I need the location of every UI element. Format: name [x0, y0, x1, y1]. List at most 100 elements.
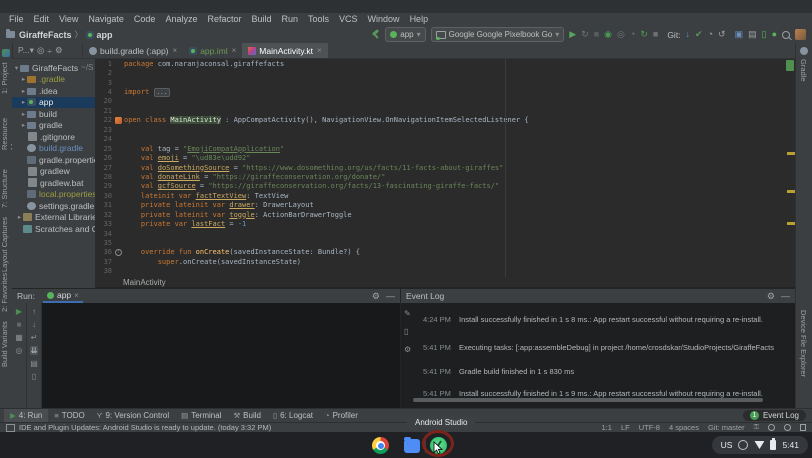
toolwindow-button-9-version-control[interactable]: ϒ9: Version Control — [91, 409, 175, 422]
locate-file-icon[interactable]: ◎ — [37, 45, 44, 56]
status-segment-utf-8[interactable]: UTF-8 — [639, 423, 660, 432]
apply-changes-icon[interactable]: ↻ — [581, 28, 589, 41]
event-log-settings-icon[interactable]: ⚙ — [767, 291, 775, 302]
notifications-icon[interactable] — [784, 424, 791, 431]
stripe-gradle[interactable]: Gradle — [799, 59, 808, 82]
minimize-icon[interactable]: — — [386, 291, 395, 302]
breadcrumb-module[interactable]: app — [97, 30, 113, 40]
device-manager-icon[interactable]: ▣ — [735, 28, 744, 41]
tree-item-idea[interactable]: ▸.idea — [12, 85, 95, 97]
run-icon[interactable]: ▶ — [569, 28, 576, 41]
menu-item-vcs[interactable]: VCS — [334, 13, 363, 26]
profiler-icon[interactable]: ◔ — [630, 28, 635, 41]
restore-layout-icon[interactable]: ▦ — [15, 333, 23, 342]
code-editor[interactable]: 1package com.naranjaconsal.giraffefacts2… — [95, 59, 795, 277]
search-everywhere-icon[interactable] — [782, 31, 790, 39]
chrome-icon[interactable] — [372, 437, 389, 454]
tree-item-gradle[interactable]: ▸gradle — [12, 120, 95, 132]
stripe-device-file-explorer[interactable]: Device File Explorer — [799, 310, 808, 377]
profile-avatar[interactable] — [795, 29, 806, 40]
chevron-icon[interactable]: ▸ — [20, 110, 27, 118]
stop-icon[interactable]: ■ — [594, 28, 599, 41]
tree-item-gradlew[interactable]: gradlew — [12, 166, 95, 178]
rollback-icon[interactable]: ↺ — [718, 28, 726, 41]
tree-item-gitignore[interactable]: .gitignore — [12, 131, 95, 143]
history-icon[interactable]: ◔ — [708, 28, 713, 41]
chevron-icon[interactable]: ▸ — [20, 98, 27, 106]
print-icon[interactable]: ▤ — [30, 359, 38, 368]
sdk-manager-icon[interactable]: ● — [772, 28, 777, 41]
menu-item-refactor[interactable]: Refactor — [202, 13, 246, 26]
pin-icon[interactable]: ◎ — [16, 346, 23, 355]
breadcrumb-project[interactable]: GiraffeFacts — [19, 30, 72, 40]
system-tray[interactable]: US 5:41 — [712, 436, 808, 454]
avd-manager-icon[interactable]: ▯ — [762, 28, 767, 41]
device-combo[interactable]: Google Google Pixelbook Go ▾ — [431, 27, 565, 42]
event-log-entry[interactable]: 5:41 PMExecuting tasks: [:app:assembleDe… — [423, 343, 774, 352]
run-console[interactable] — [43, 303, 400, 409]
clear-log-icon[interactable]: ▯ — [404, 327, 411, 336]
stripe-7-structure[interactable]: 7: Structure — [0, 165, 12, 213]
close-icon[interactable]: × — [232, 46, 237, 55]
menu-item-view[interactable]: View — [54, 13, 83, 26]
stop-icon[interactable]: ■ — [17, 320, 22, 329]
minimize-icon[interactable]: — — [781, 291, 790, 302]
coverage-icon[interactable]: ◎ — [617, 28, 625, 41]
toolwindow-button-4-run[interactable]: ▶4: Run — [4, 409, 48, 422]
tree-item-scratches-and-consoles[interactable]: Scratches and Consoles — [12, 223, 95, 235]
stripe-2-favorites[interactable]: 2: Favorites — [0, 268, 12, 316]
menu-item-build[interactable]: Build — [246, 13, 276, 26]
chevron-icon[interactable]: ▸ — [20, 121, 27, 129]
status-segment-lf[interactable]: LF — [621, 423, 630, 432]
stripe-resource-manager[interactable]: Resource Manager — [0, 88, 12, 150]
tree-item-build[interactable]: ▸build — [12, 108, 95, 120]
tab-build-gradle-app[interactable]: build.gradle (:app)× — [83, 43, 183, 58]
toolwindow-button-terminal[interactable]: ▤Terminal — [175, 409, 227, 422]
menu-item-navigate[interactable]: Navigate — [83, 13, 129, 26]
status-segment-1-1[interactable]: 1:1 — [602, 423, 612, 432]
close-icon[interactable]: × — [317, 46, 322, 55]
tree-item-external-libraries[interactable]: ▸External Libraries — [12, 212, 95, 224]
run-tab-app[interactable]: app × — [43, 289, 83, 303]
event-log-entry[interactable]: 5:41 PMGradle build finished in 1 s 830 … — [423, 367, 574, 376]
toolwindow-button-6-logcat[interactable]: ▯6: Logcat — [267, 409, 319, 422]
tree-item-settings-gradle[interactable]: settings.gradle — [12, 200, 95, 212]
clear-all-icon[interactable]: ▯ — [32, 372, 36, 381]
menu-item-edit[interactable]: Edit — [29, 13, 55, 26]
chevron-icon[interactable]: ▸ — [16, 213, 23, 221]
down-stack-icon[interactable]: ↓ — [32, 320, 36, 329]
files-app-icon[interactable] — [404, 439, 420, 453]
chevron-icon[interactable]: ▾ — [13, 64, 20, 72]
menu-item-analyze[interactable]: Analyze — [160, 13, 202, 26]
apply-code-changes-icon[interactable]: ↻ — [640, 28, 648, 41]
readonly-lock-icon[interactable]: ⚿ — [754, 424, 759, 432]
status-message[interactable]: IDE and Plugin Updates: Android Studio i… — [19, 423, 271, 432]
tree-item-local-properties[interactable]: local.properties — [12, 189, 95, 201]
horizontal-scrollbar[interactable] — [413, 398, 763, 402]
menu-item-help[interactable]: Help — [405, 13, 434, 26]
menu-item-tools[interactable]: Tools — [303, 13, 334, 26]
toolwindow-toggle-icon[interactable] — [6, 424, 15, 432]
tree-item-gradlew-bat[interactable]: gradlew.bat — [12, 177, 95, 189]
menu-item-window[interactable]: Window — [363, 13, 405, 26]
log-settings-icon[interactable]: ⚙ — [404, 345, 411, 354]
mark-read-icon[interactable]: ✎ — [404, 309, 411, 318]
project-view-dropdown[interactable]: P...▾ — [18, 45, 34, 56]
run-settings-icon[interactable]: ⚙ — [372, 291, 380, 302]
soft-wrap-icon[interactable]: ↵ — [31, 333, 38, 342]
project-settings-icon[interactable]: ⚙ — [55, 45, 63, 56]
toolwindow-button-profiler[interactable]: ◔Profiler — [319, 409, 364, 422]
up-stack-icon[interactable]: ↑ — [32, 307, 36, 316]
toolwindow-button-todo[interactable]: ≡TODO — [48, 409, 90, 422]
stripe-build-variants[interactable]: Build Variants — [0, 318, 12, 370]
override-gutter-icon[interactable]: ↑ — [115, 249, 122, 256]
event-log-entry[interactable]: 5:41 PMInstall successfully finished in … — [423, 389, 763, 398]
commit-icon[interactable]: ✔ — [695, 28, 703, 41]
highlight-level-icon[interactable] — [768, 424, 775, 431]
breadcrumb-class[interactable]: MainActivity — [123, 278, 166, 287]
stripe-layout-captures[interactable]: Layout Captures — [0, 215, 12, 273]
build-hammer-icon[interactable] — [371, 30, 380, 39]
tree-item-giraffefacts[interactable]: ▾GiraffeFacts~/S — [12, 62, 95, 74]
close-icon[interactable]: × — [173, 46, 178, 55]
tree-item-app[interactable]: ▸app — [12, 97, 95, 109]
